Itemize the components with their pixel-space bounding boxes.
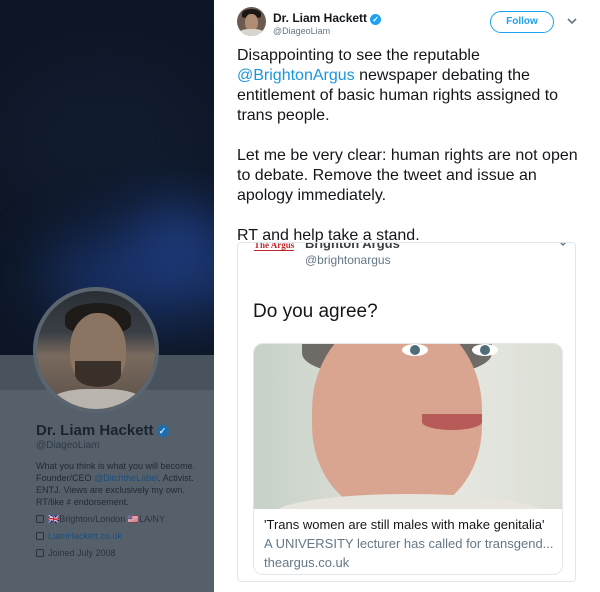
profile-bio: What you think is what you will become. … [36, 461, 196, 507]
chevron-down-icon[interactable] [565, 14, 579, 28]
verified-badge-icon: ✓ [370, 14, 382, 25]
link-description: A UNIVERSITY lecturer has called for tra… [264, 536, 554, 551]
author-avatar[interactable] [237, 7, 266, 36]
verified-badge-icon: ✓ [156, 425, 169, 437]
quoted-tweet-card[interactable]: The Argus Brighton Argus @brightonargus … [237, 242, 576, 582]
argus-logo: The Argus [254, 242, 295, 251]
mention-link[interactable]: @BrightonArgus [237, 67, 355, 84]
profile-name[interactable]: Dr. Liam Hackett ✓ [36, 422, 169, 439]
link-domain: theargus.co.uk [264, 555, 350, 570]
profile-avatar[interactable] [33, 287, 159, 413]
calendar-icon [36, 549, 44, 557]
quoted-source-name[interactable]: Brighton Argus [305, 243, 400, 251]
author-name[interactable]: Dr. Liam Hackett ✓ [273, 11, 382, 25]
follow-button[interactable]: Follow [490, 11, 554, 33]
profile-name-text: Dr. Liam Hackett [36, 422, 154, 439]
profile-joined-date: Joined July 2008 [36, 548, 116, 558]
chevron-down-icon[interactable] [558, 242, 568, 249]
location-icon [36, 515, 44, 523]
profile-handle[interactable]: @DiageoLiam [36, 440, 100, 451]
author-handle[interactable]: @DiageoLiam [273, 26, 330, 36]
tweet-detail-panel: Dr. Liam Hackett ✓ @DiageoLiam Follow Dis… [214, 0, 600, 592]
link-preview-image [254, 344, 562, 509]
profile-website[interactable]: LiamHackett.co.uk [36, 531, 122, 541]
link-preview-card[interactable]: 'Trans women are still males with make g… [253, 343, 563, 575]
link-title: 'Trans women are still males with make g… [264, 517, 545, 532]
tweet-text: Disappointing to see the reputable @Brig… [237, 47, 578, 244]
bio-mention-link[interactable]: @DitchtheLabel [94, 473, 158, 483]
quoted-source-handle[interactable]: @brightonargus [305, 253, 391, 267]
link-icon [36, 532, 44, 540]
quoted-tweet-text: Do you agree? [253, 301, 378, 322]
profile-location: 🇬🇧Brighton/London 🇺🇸LA/NY [36, 514, 165, 525]
